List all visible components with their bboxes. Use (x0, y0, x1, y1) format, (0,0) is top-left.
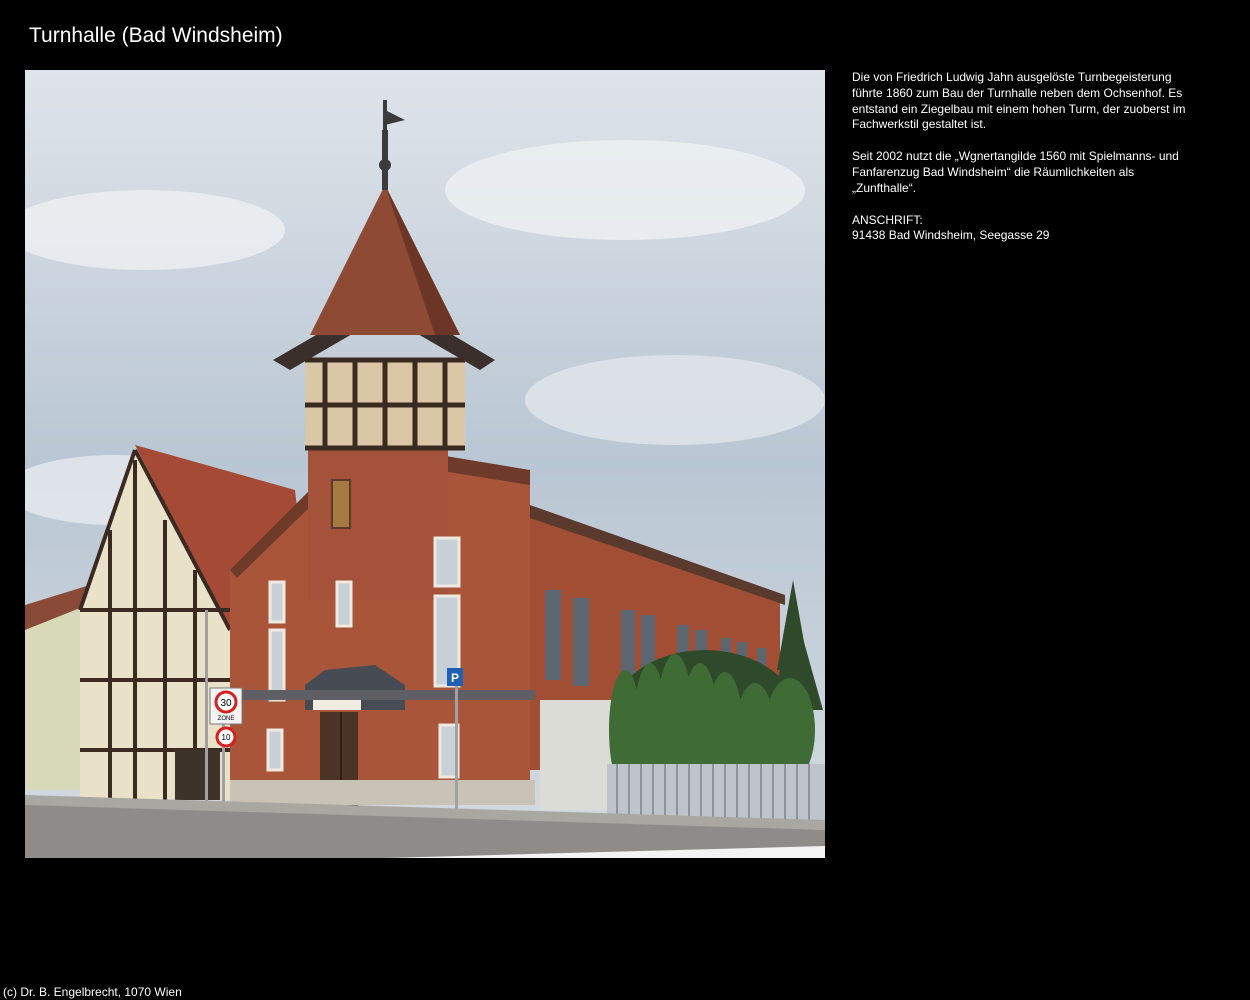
address-label: ANSCHRIFT: (852, 212, 923, 227)
description-paragraph-1: Die von Friedrich Ludwig Jahn ausgelöste… (852, 70, 1186, 132)
parking-sign: P (451, 671, 459, 685)
speed-limit-10-sign: 10 (222, 733, 231, 742)
address-value: 91438 Bad Windsheim, Seegasse 29 (852, 228, 1050, 243)
speed-zone-label: ZONE (218, 716, 235, 722)
description-paragraph-2: Seit 2002 nutzt die „Wgnertangilde 1560 … (852, 149, 1179, 195)
page-title: Turnhalle (Bad Windsheim) (29, 24, 283, 47)
copyright-footer: (c) Dr. B. Engelbrecht, 1070 Wien (3, 985, 182, 999)
speed-limit-30-sign: 30 (220, 698, 232, 709)
building-photo: 30 ZONE 10 P (25, 70, 825, 858)
address-block: ANSCHRIFT: 91438 Bad Windsheim, Seegasse… (852, 213, 1192, 245)
description-panel: Die von Friedrich Ludwig Jahn ausgelöste… (852, 70, 1192, 260)
